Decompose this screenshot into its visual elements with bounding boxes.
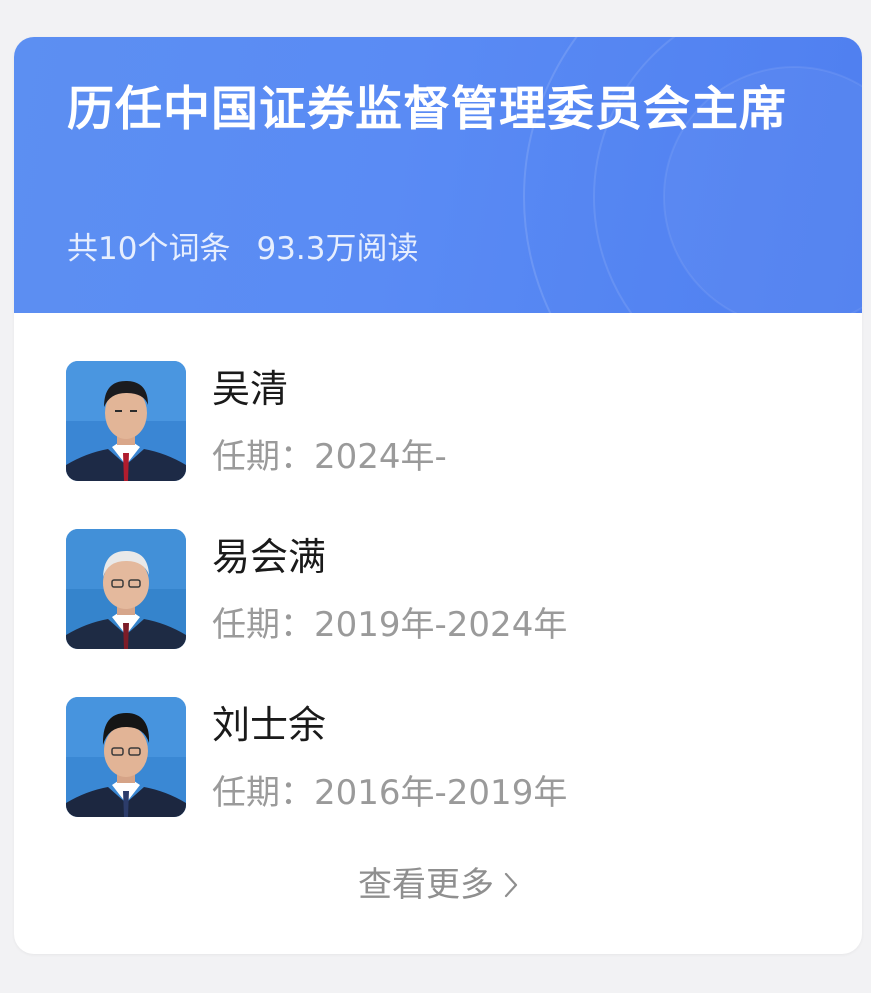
leaders-card: 历任中国证券监督管理委员会主席 共10个词条 93.3万阅读 吴清 任期：202… [14,37,862,954]
view-count: 93.3万阅读 [256,231,419,267]
see-more-link[interactable]: 查看更多 [14,863,862,909]
list-item[interactable]: 易会满 任期：2019年-2024年 [66,529,826,649]
avatar [66,361,186,481]
list-item[interactable]: 吴清 任期：2024年- [66,361,826,481]
card-header: 历任中国证券监督管理委员会主席 共10个词条 93.3万阅读 [14,37,862,313]
see-more-label: 查看更多 [358,865,494,905]
chevron-right-icon [504,865,518,909]
person-term: 任期：2024年- [212,437,447,477]
avatar [66,697,186,817]
card-stats: 共10个词条 93.3万阅读 [67,229,418,269]
person-term: 任期：2016年-2019年 [212,773,568,813]
card-title: 历任中国证券监督管理委员会主席 [67,82,787,137]
person-term: 任期：2019年-2024年 [212,605,568,645]
list-item[interactable]: 刘士余 任期：2016年-2019年 [66,697,826,817]
avatar [66,529,186,649]
entry-count: 共10个词条 [67,231,231,267]
person-name: 易会满 [212,535,327,579]
person-name: 刘士余 [212,703,327,747]
person-name: 吴清 [212,367,289,411]
